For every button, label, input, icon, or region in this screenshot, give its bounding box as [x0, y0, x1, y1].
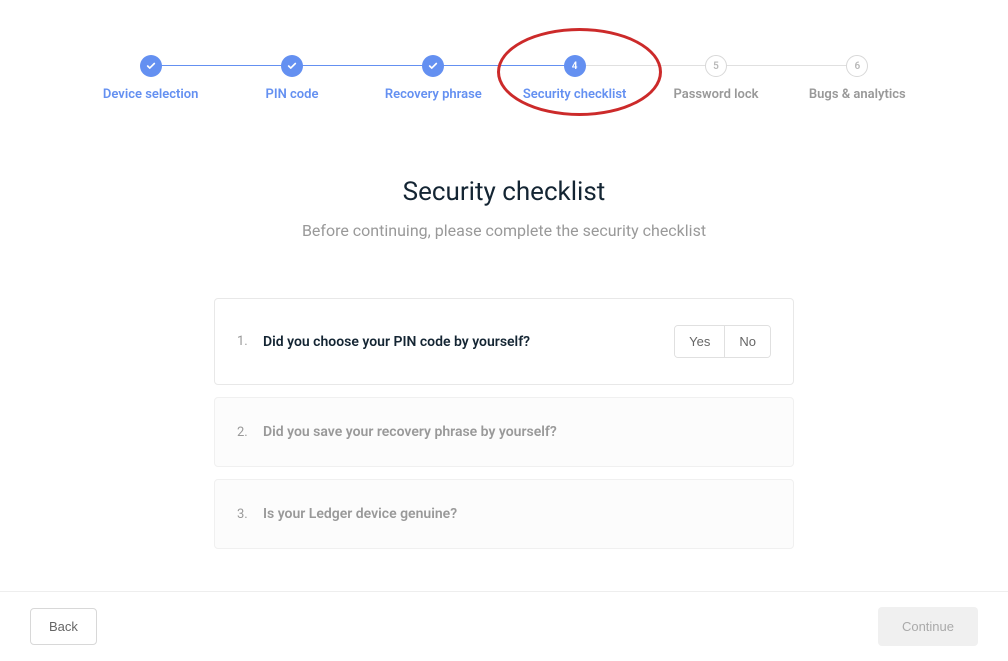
step-password-lock[interactable]: 5 Password lock	[645, 55, 786, 102]
back-button[interactable]: Back	[30, 608, 97, 645]
checklist-item-question: Did you save your recovery phrase by you…	[263, 424, 771, 440]
checklist-item-number: 1.	[237, 334, 251, 349]
step-label: Password lock	[673, 87, 758, 102]
step-label: Device selection	[103, 87, 198, 102]
step-label: PIN code	[266, 87, 319, 102]
step-device-selection[interactable]: Device selection	[80, 55, 221, 102]
yes-no-group: Yes No	[674, 325, 771, 358]
checklist-item-question: Is your Ledger device genuine?	[263, 506, 771, 522]
continue-button[interactable]: Continue	[878, 607, 978, 646]
no-button[interactable]: No	[724, 326, 770, 357]
step-label: Bugs & analytics	[809, 87, 906, 102]
security-checklist: 1. Did you choose your PIN code by yours…	[214, 298, 794, 549]
page-subtitle: Before continuing, please complete the s…	[0, 221, 1008, 240]
step-number-icon: 4	[564, 55, 586, 77]
step-recovery-phrase[interactable]: Recovery phrase	[363, 55, 504, 102]
checklist-item-question: Did you choose your PIN code by yourself…	[263, 334, 674, 350]
main-content: Security checklist Before continuing, pl…	[0, 102, 1008, 549]
yes-button[interactable]: Yes	[675, 326, 724, 357]
stepper: Device selection PIN code Recovery phras…	[0, 0, 1008, 102]
checklist-item-number: 3.	[237, 507, 251, 522]
footer: Back Continue	[0, 591, 1008, 661]
step-number-icon: 6	[846, 55, 868, 77]
step-pin-code[interactable]: PIN code	[221, 55, 362, 102]
checklist-item-3: 3. Is your Ledger device genuine?	[214, 479, 794, 549]
step-number-icon: 5	[705, 55, 727, 77]
step-bugs-analytics[interactable]: 6 Bugs & analytics	[787, 55, 928, 102]
check-icon	[422, 55, 444, 77]
step-security-checklist[interactable]: 4 Security checklist	[504, 55, 645, 102]
checklist-item-number: 2.	[237, 425, 251, 440]
checklist-item-2: 2. Did you save your recovery phrase by …	[214, 397, 794, 467]
step-label: Recovery phrase	[385, 87, 482, 102]
check-icon	[140, 55, 162, 77]
step-label: Security checklist	[523, 87, 627, 102]
page-title: Security checklist	[0, 177, 1008, 207]
checklist-item-1: 1. Did you choose your PIN code by yours…	[214, 298, 794, 385]
check-icon	[281, 55, 303, 77]
